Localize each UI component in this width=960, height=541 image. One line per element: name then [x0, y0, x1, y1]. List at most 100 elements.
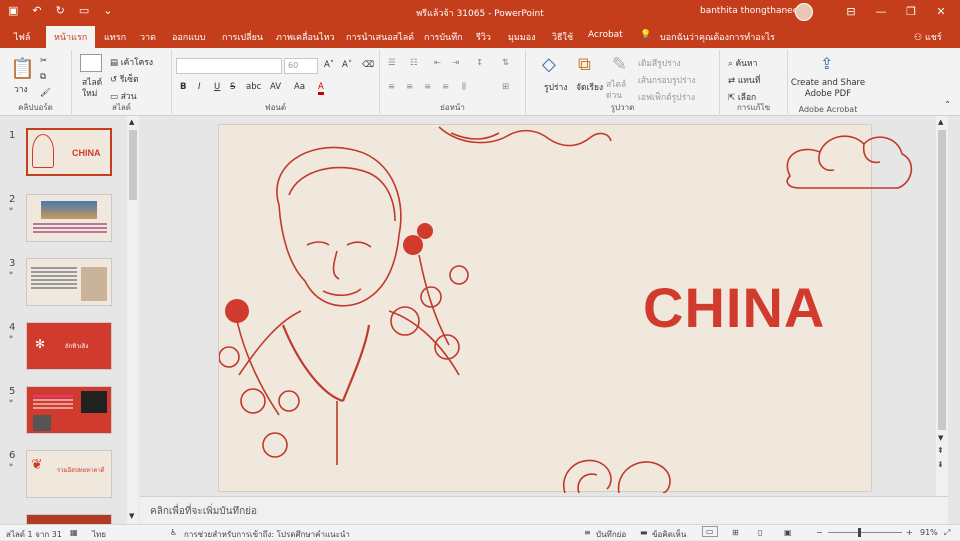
save-icon[interactable]: ▣ — [8, 4, 18, 17]
shadow-button[interactable]: abc — [246, 82, 261, 92]
comments-button[interactable]: ข้อคิดเห็น — [652, 528, 686, 541]
font-name-select[interactable] — [176, 58, 282, 74]
slide-sorter-icon[interactable]: ⊞ — [732, 528, 739, 537]
notes-placeholder[interactable]: คลิกเพื่อที่จะเพิ่มบันทึกย่อ — [150, 504, 257, 519]
arrange-button[interactable]: จัดเรียง — [576, 80, 603, 94]
avatar[interactable] — [795, 3, 813, 21]
create-share-pdf-button[interactable]: Create and Share Adobe PDF — [790, 78, 866, 100]
slide-thumbnail-6[interactable]: ❦ รวมอีสปทยหาตาดี — [26, 450, 112, 498]
tab-animations[interactable]: ภาพเคลื่อนไหว — [276, 30, 335, 44]
shape-outline-button[interactable]: เส้นกรอบรูปร่าง — [638, 73, 696, 87]
find-button[interactable]: ⌕ ค้นหา — [728, 56, 757, 70]
cut-icon[interactable]: ✂ — [40, 56, 47, 66]
close-button[interactable]: ✕ — [926, 3, 956, 21]
language-indicator[interactable]: ไทย — [92, 528, 106, 541]
slide-thumbnail-2[interactable] — [26, 194, 112, 242]
shapes-button[interactable]: รูปร่าง — [544, 80, 567, 94]
quick-styles-button[interactable]: สไตล์ด่วน — [606, 80, 632, 102]
tab-transitions[interactable]: การเปลี่ยน — [222, 30, 263, 44]
slideshow-view-icon[interactable]: ▣ — [784, 528, 792, 537]
thumbnail-scrollbar[interactable]: ▲ ▼ — [127, 116, 139, 524]
comments-icon[interactable]: ▬ — [640, 528, 648, 537]
restore-button[interactable]: ❐ — [896, 3, 926, 21]
slide-thumbnail-1[interactable]: CHINA — [26, 128, 112, 176]
slide-title[interactable]: CHINA — [643, 275, 825, 340]
grow-font-icon[interactable]: A˄ — [324, 60, 334, 70]
clear-format-icon[interactable]: ⌫ — [362, 60, 374, 70]
scroll-thumb[interactable] — [938, 130, 946, 430]
bullets-icon[interactable]: ☰ — [388, 58, 396, 68]
spellcheck-icon[interactable]: ▦ — [70, 528, 78, 537]
ribbon-display-options-icon[interactable]: ⊟ — [836, 3, 866, 21]
underline-button[interactable]: U — [214, 82, 220, 92]
present-icon[interactable]: ▭ — [79, 4, 89, 17]
scroll-thumb[interactable] — [129, 130, 137, 200]
align-center-icon[interactable]: ≡ — [406, 82, 413, 92]
align-left-icon[interactable]: ≡ — [388, 82, 395, 92]
notes-pane[interactable]: คลิกเพื่อที่จะเพิ่มบันทึกย่อ — [140, 496, 948, 524]
quick-styles-icon[interactable]: ✎ — [612, 54, 627, 75]
char-spacing-button[interactable]: AV — [270, 82, 281, 92]
undo-icon[interactable]: ↶ — [32, 4, 41, 17]
zoom-slider[interactable] — [828, 532, 902, 533]
slide-thumbnail-5[interactable] — [26, 386, 112, 434]
previous-slide-icon[interactable]: ⇞ — [937, 446, 944, 455]
tab-review[interactable]: รีวิว — [476, 30, 491, 44]
zoom-slider-thumb[interactable] — [858, 528, 861, 537]
zoom-out-icon[interactable]: − — [816, 528, 823, 537]
tab-view[interactable]: มุมมอง — [508, 30, 536, 44]
shape-fill-button[interactable]: เติมสีรูปร่าง — [638, 56, 681, 70]
normal-view-icon[interactable]: ▭ — [702, 526, 718, 537]
strikethrough-button[interactable]: S — [230, 82, 235, 92]
slide-scrollbar[interactable]: ▲ ▼ ⇞ ⇟ — [936, 116, 948, 496]
next-slide-icon[interactable]: ⇟ — [937, 460, 944, 469]
new-slide-icon[interactable] — [80, 54, 102, 72]
reset-button[interactable]: ↺ รีเซ็ต — [110, 72, 139, 86]
shapes-icon[interactable]: ◇ — [542, 54, 556, 75]
paste-icon[interactable]: 📋 — [10, 56, 35, 80]
notes-icon[interactable]: ≡ — [584, 528, 591, 537]
tell-me-search[interactable]: บอกฉันว่าคุณต้องการทำอะไร — [660, 30, 775, 44]
change-case-button[interactable]: Aa — [294, 82, 305, 92]
collapse-ribbon-icon[interactable]: ⌃ — [944, 100, 951, 110]
minimize-button[interactable]: — — [866, 3, 896, 21]
increase-indent-icon[interactable]: ⇥ — [452, 58, 459, 68]
zoom-in-icon[interactable]: + — [906, 528, 913, 537]
line-spacing-icon[interactable]: ↕ — [476, 58, 483, 68]
tab-home[interactable]: หน้าแรก — [46, 26, 96, 48]
scroll-up-icon[interactable]: ▲ — [938, 118, 943, 126]
accessibility-status[interactable]: การช่วยสำหรับการเข้าถึง: โปรดศึกษาคำแนะน… — [184, 528, 350, 541]
font-size-select[interactable]: 60 — [284, 58, 318, 74]
font-color-button[interactable]: A — [318, 82, 324, 95]
format-painter-icon[interactable]: 🖌 — [40, 88, 51, 98]
tab-draw[interactable]: วาด — [140, 30, 156, 44]
copy-icon[interactable]: ⧉ — [40, 72, 46, 82]
create-pdf-icon[interactable]: ⇪ — [820, 54, 833, 73]
justify-icon[interactable]: ≡ — [442, 82, 449, 92]
bold-button[interactable]: B — [180, 82, 186, 92]
reading-view-icon[interactable]: ▯ — [758, 528, 762, 537]
replace-button[interactable]: ⇄ แทนที่ — [728, 73, 760, 87]
tab-insert[interactable]: แทรก — [104, 30, 126, 44]
notes-button[interactable]: บันทึกย่อ — [596, 528, 626, 541]
user-name[interactable]: banthita thongthanee — [700, 6, 798, 16]
tab-record[interactable]: การบันทึก — [424, 30, 463, 44]
shrink-font-icon[interactable]: A˅ — [342, 60, 352, 70]
layout-button[interactable]: ▤ เค้าโครง — [110, 55, 153, 69]
italic-button[interactable]: I — [198, 82, 201, 92]
decrease-indent-icon[interactable]: ⇤ — [434, 58, 441, 68]
slide-thumbnail-7[interactable] — [26, 514, 112, 524]
paste-button[interactable]: วาง — [14, 82, 28, 96]
scroll-down-icon[interactable]: ▼ — [129, 512, 134, 520]
new-slide-button[interactable]: สไลด์ใหม่ — [82, 78, 108, 100]
customize-qat-icon[interactable]: ⌄ — [103, 4, 112, 17]
numbering-icon[interactable]: ☷ — [410, 58, 418, 68]
smartart-icon[interactable]: ⊞ — [502, 82, 509, 92]
scroll-up-icon[interactable]: ▲ — [129, 118, 134, 126]
text-direction-icon[interactable]: ⇅ — [502, 58, 509, 68]
scroll-down-icon[interactable]: ▼ — [938, 434, 943, 442]
accessibility-icon[interactable]: ♿ — [170, 528, 177, 537]
tab-help[interactable]: วิธีใช้ — [552, 30, 573, 44]
arrange-icon[interactable]: ⧉ — [578, 54, 591, 75]
align-right-icon[interactable]: ≡ — [424, 82, 431, 92]
